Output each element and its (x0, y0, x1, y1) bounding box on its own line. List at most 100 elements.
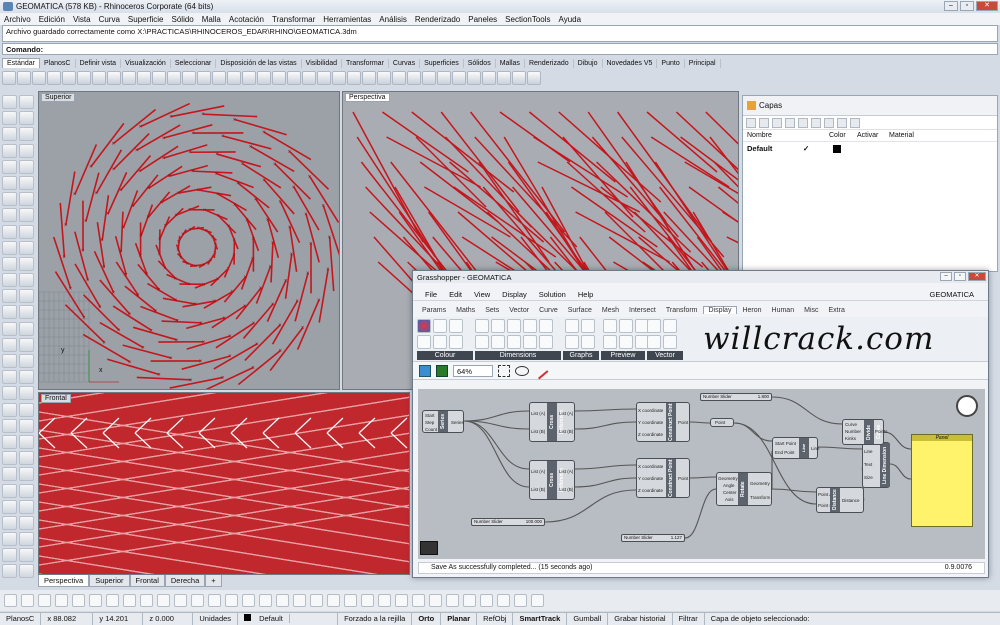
menu-item[interactable]: Paneles (464, 15, 501, 24)
osnap-icon[interactable] (310, 594, 323, 607)
viewport-label-perspective[interactable]: Perspectiva (345, 93, 390, 102)
toolbox-tool-icon[interactable] (2, 418, 17, 433)
menu-item[interactable]: Acotación (225, 15, 268, 24)
toolbox-tool-icon[interactable] (19, 337, 34, 352)
toolbox-tool-icon[interactable] (19, 208, 34, 223)
toolbox-tool-icon[interactable] (2, 434, 17, 449)
toolbox-tool-icon[interactable] (2, 95, 17, 109)
rotate-component[interactable]: Geometry Angle Center Axis Rotate Geomet… (716, 472, 772, 506)
toolbox-tool-icon[interactable] (19, 386, 34, 401)
status-plane[interactable]: PlanosC (0, 613, 42, 625)
toolbox-tool-icon[interactable] (19, 418, 34, 433)
layer-row[interactable]: Default ✓ (743, 142, 997, 155)
dimension-icon[interactable] (523, 319, 537, 333)
gh-minimize-button[interactable]: – (940, 272, 952, 281)
status-snap[interactable]: Forzado a la rejilla (338, 613, 413, 625)
help-icon[interactable] (850, 117, 860, 128)
toolbar-tool-icon[interactable] (482, 71, 496, 85)
toolbox-tool-icon[interactable] (19, 111, 34, 126)
graph-icon[interactable] (565, 319, 579, 333)
toolbar-tool-icon[interactable] (242, 71, 256, 85)
menu-item[interactable]: Ayuda (555, 15, 586, 24)
construct-point-2[interactable]: X coordinate Y coordinate Z coordinate C… (636, 458, 690, 498)
status-osnap[interactable]: RefObj (477, 613, 514, 625)
osnap-icon[interactable] (208, 594, 221, 607)
delete-layer-icon[interactable] (772, 117, 782, 128)
divide-curve-component[interactable]: Curve Number Kinks Divide Curve Points (842, 419, 888, 445)
osnap-icon[interactable] (480, 594, 493, 607)
preview-eye-icon[interactable] (515, 365, 529, 376)
sketch-icon[interactable] (531, 362, 549, 379)
status-layer[interactable]: Default (238, 613, 339, 625)
toolbox-tool-icon[interactable] (19, 434, 34, 449)
toolbar-tab[interactable]: Principal (685, 58, 721, 68)
gh-ribbon-tab[interactable]: Display (702, 306, 738, 314)
toolbar-tool-icon[interactable] (2, 71, 16, 85)
toolbox-tool-icon[interactable] (2, 256, 17, 271)
toolbar-tool-icon[interactable] (497, 71, 511, 85)
filter-icon[interactable] (824, 117, 834, 128)
toolbox-tool-icon[interactable] (2, 159, 17, 174)
toolbar-tab[interactable]: PlanosC (40, 58, 76, 68)
toolbox-tool-icon[interactable] (19, 224, 34, 239)
colour-icon[interactable] (433, 319, 447, 333)
gh-ribbon-tab[interactable]: Transform (661, 307, 703, 314)
toolbar-tool-icon[interactable] (527, 71, 541, 85)
move-up-icon[interactable] (785, 117, 795, 128)
toolbar-tool-icon[interactable] (302, 71, 316, 85)
number-slider-3[interactable]: Number Slider 1.127 (621, 534, 685, 542)
gh-ribbon-tab[interactable]: Mesh (597, 307, 624, 314)
osnap-icon[interactable] (361, 594, 374, 607)
menu-item[interactable]: Renderizado (411, 15, 464, 24)
toolbar-tool-icon[interactable] (32, 71, 46, 85)
osnap-icon[interactable] (293, 594, 306, 607)
gh-menu-item[interactable]: Edit (443, 290, 468, 299)
toolbox-tool-icon[interactable] (19, 354, 34, 368)
viewport-tab[interactable]: Superior (89, 575, 130, 587)
toolbox-tool-icon[interactable] (2, 467, 17, 482)
dimension-icon[interactable] (507, 335, 521, 349)
viewport-front[interactable]: Frontal (38, 392, 410, 575)
gh-ribbon-tab[interactable]: Extra (824, 307, 850, 314)
menu-item[interactable]: Edición (35, 15, 69, 24)
toolbox-tool-icon[interactable] (19, 467, 34, 482)
colour-icon[interactable] (449, 319, 463, 333)
add-viewport-tab-button[interactable]: + (205, 575, 222, 587)
toolbar-tab[interactable]: Visibilidad (302, 58, 343, 68)
colour-icon[interactable] (449, 335, 463, 349)
toolbar-tool-icon[interactable] (287, 71, 301, 85)
osnap-icon[interactable] (395, 594, 408, 607)
toolbox-tool-icon[interactable] (19, 370, 34, 385)
osnap-icon[interactable] (514, 594, 527, 607)
toolbox-tool-icon[interactable] (19, 127, 34, 142)
gh-ribbon-tab[interactable]: Sets (480, 307, 504, 314)
toolbar-tool-icon[interactable] (107, 71, 121, 85)
osnap-icon[interactable] (106, 594, 119, 607)
toolbox-tool-icon[interactable] (2, 321, 17, 336)
new-layer-icon[interactable] (746, 117, 756, 128)
status-ortho[interactable]: Orto (412, 613, 442, 625)
toolbox-tool-icon[interactable] (19, 240, 34, 255)
toolbox-tool-icon[interactable] (2, 370, 17, 385)
gh-ribbon-tab[interactable]: Surface (563, 307, 597, 314)
osnap-icon[interactable] (225, 594, 238, 607)
vector-icon[interactable] (663, 319, 677, 333)
toolbox-tool-icon[interactable] (2, 127, 17, 142)
toolbar-tool-icon[interactable] (92, 71, 106, 85)
toolbar-tool-icon[interactable] (347, 71, 361, 85)
osnap-icon[interactable] (38, 594, 51, 607)
group-label-graphs[interactable]: Graphs (563, 351, 599, 360)
gh-maximize-button[interactable]: ▫ (954, 272, 966, 281)
menu-item[interactable]: Vista (69, 15, 95, 24)
toolbox-tool-icon[interactable] (19, 143, 34, 158)
toolbar-tab[interactable]: Mallas (496, 58, 525, 68)
menu-item[interactable]: Herramientas (319, 15, 375, 24)
osnap-icon[interactable] (327, 594, 340, 607)
number-slider-1[interactable]: Number Slider 1.800 (700, 393, 772, 401)
osnap-icon[interactable] (429, 594, 442, 607)
menu-item[interactable]: Malla (198, 15, 225, 24)
toolbar-tool-icon[interactable] (377, 71, 391, 85)
toolbar-tab[interactable]: Punto (657, 58, 685, 68)
toolbox-tool-icon[interactable] (19, 402, 34, 417)
toolbar-tool-icon[interactable] (137, 71, 151, 85)
